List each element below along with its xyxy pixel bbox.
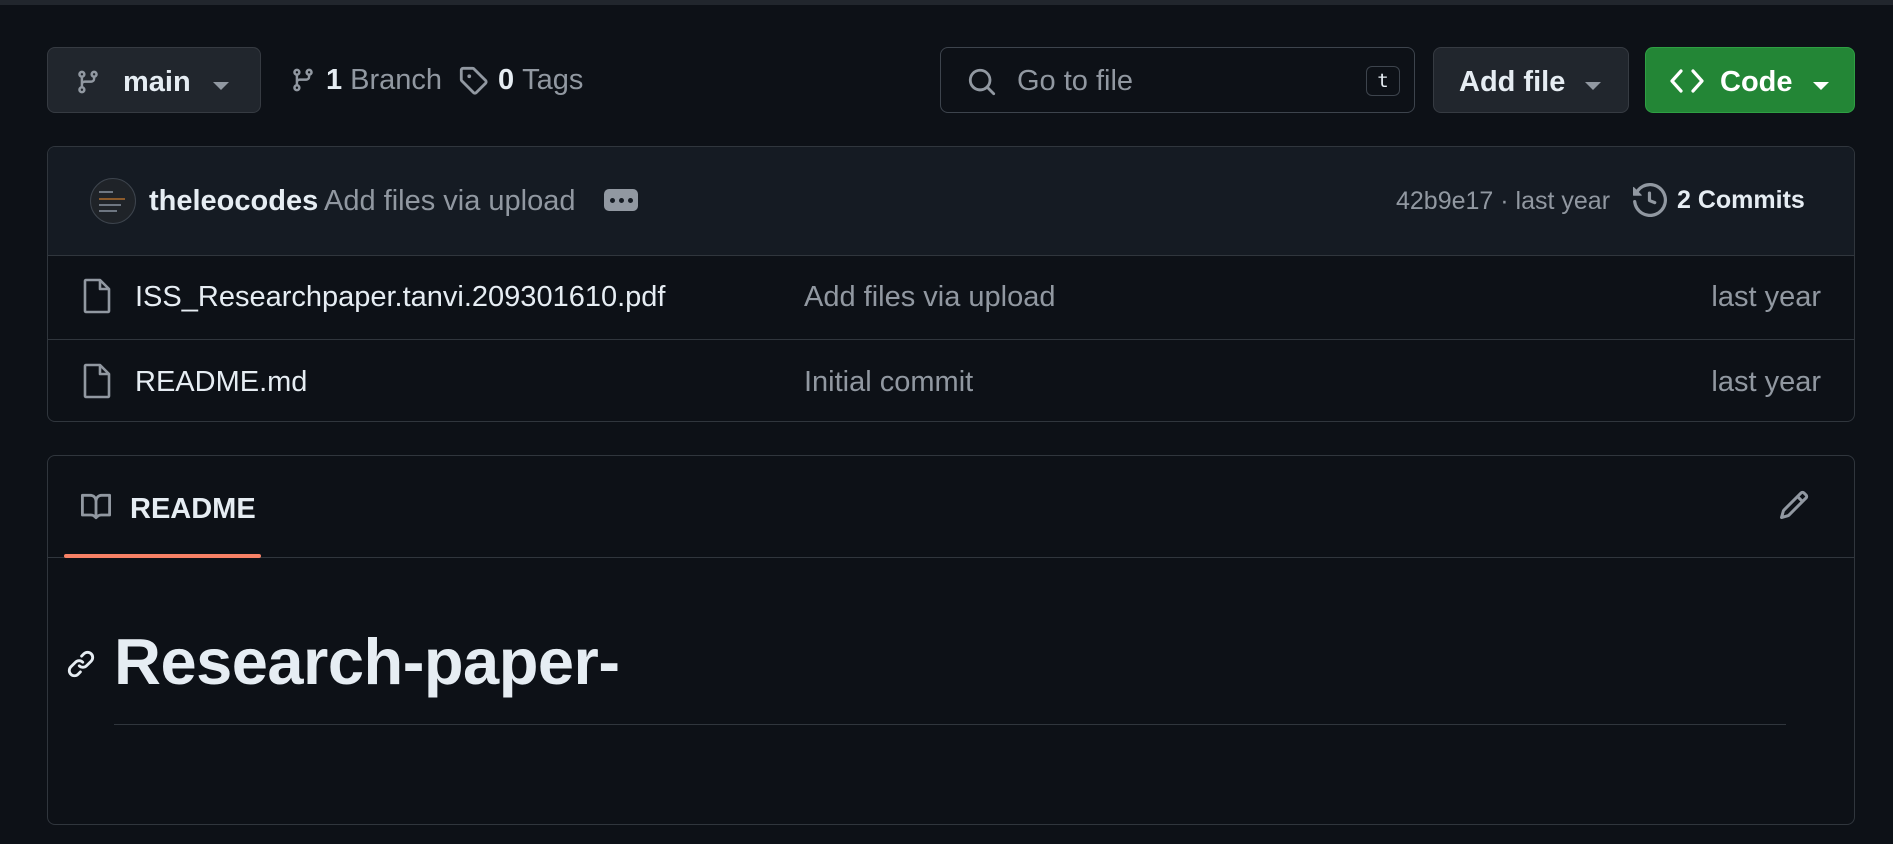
file-commit-date: last year [1711,281,1821,313]
file-commit-date: last year [1711,366,1821,398]
heading-divider [114,724,1786,725]
add-file-button[interactable]: Add file [1433,47,1629,113]
code-label: Code [1720,66,1793,98]
tags-link[interactable]: 0 Tags [458,60,583,100]
tag-icon [459,66,488,95]
file-icon [83,278,111,319]
keyboard-shortcut-hint: t [1366,66,1400,96]
latest-commit-bar: theleocodes Add files via upload 42b9e17… [48,147,1854,256]
table-row: README.md Initial commit last year [48,340,1854,421]
readme-header: README [48,456,1854,558]
link-icon[interactable] [66,649,96,684]
file-commit-message[interactable]: Add files via upload [804,281,1056,314]
tab-readme[interactable]: README [64,456,261,558]
tag-count: 0 [498,63,515,96]
search-input[interactable] [1015,60,1349,102]
branch-count: 1 [326,63,343,96]
commits-link[interactable]: 2 Commits [1633,183,1805,217]
file-table: theleocodes Add files via upload 42b9e17… [47,146,1855,422]
top-border [0,0,1893,5]
readme-heading: Research-paper- [114,625,620,698]
file-icon [83,363,111,404]
branch-label: Branch [350,63,443,96]
commit-sha-time[interactable]: 42b9e17 · last year [1396,187,1610,216]
code-icon [1670,67,1704,100]
avatar[interactable] [90,178,136,224]
readme-tab-label: README [130,493,256,525]
chevron-down-icon [1812,78,1830,96]
book-icon [78,492,114,527]
chevron-down-icon [212,78,230,96]
add-file-label: Add file [1459,66,1566,98]
history-icon [1633,183,1667,217]
commit-author[interactable]: theleocodes [149,185,318,218]
commits-count-label: 2 Commits [1677,185,1805,214]
search-icon [967,67,997,102]
ellipsis-icon[interactable] [604,189,638,211]
table-row: ISS_Researchpaper.tanvi.209301610.pdf Ad… [48,255,1854,340]
commit-message[interactable]: Add files via upload [324,185,576,218]
file-name-link[interactable]: ISS_Researchpaper.tanvi.209301610.pdf [135,281,665,314]
git-branch-icon [75,68,101,101]
readme-panel: README Research-paper- [47,455,1855,825]
file-name-link[interactable]: README.md [135,366,307,399]
go-to-file-search[interactable]: t [940,47,1415,113]
pencil-icon[interactable] [1778,489,1810,526]
file-commit-message[interactable]: Initial commit [804,366,973,399]
tag-label: Tags [522,63,584,96]
chevron-down-icon [1584,78,1602,96]
branches-link[interactable]: 1 Branch [290,60,442,100]
active-tab-underline [64,554,261,558]
branch-name: main [123,66,191,98]
branch-selector-button[interactable]: main [47,47,261,113]
git-branch-icon [293,68,313,92]
code-button[interactable]: Code [1645,47,1855,113]
